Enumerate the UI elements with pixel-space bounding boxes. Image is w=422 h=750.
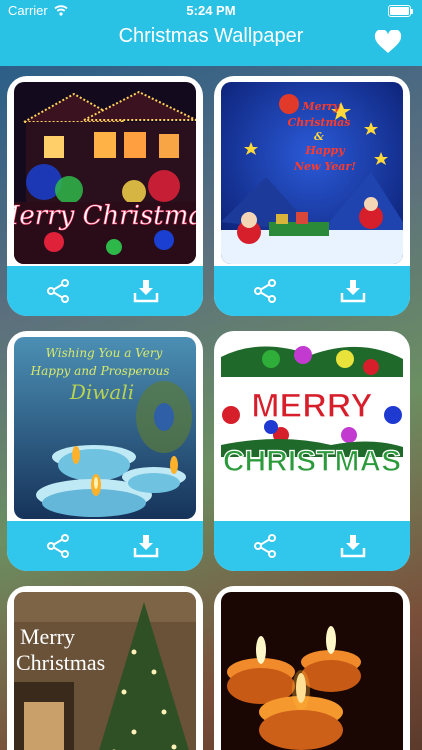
wallpaper-card-4[interactable]: MERRY CHRISTMAS bbox=[214, 331, 410, 571]
wallpaper-image-christmas-tree-fireplace[interactable]: Merry Christmas bbox=[14, 592, 196, 750]
battery-icon bbox=[388, 5, 414, 17]
favorites-button[interactable] bbox=[372, 28, 404, 56]
caption-line: Happy bbox=[304, 144, 346, 157]
download-icon bbox=[133, 280, 159, 303]
action-bar bbox=[7, 521, 203, 571]
app-header: Carrier 5:24 PM Christmas Wallpaper bbox=[0, 0, 422, 66]
wallpaper-card-5[interactable]: Merry Christmas bbox=[7, 586, 203, 750]
download-button[interactable] bbox=[338, 531, 368, 561]
caption-line: & bbox=[314, 130, 324, 143]
download-button[interactable] bbox=[338, 276, 368, 306]
share-icon bbox=[254, 534, 276, 558]
status-bar: Carrier 5:24 PM bbox=[0, 0, 422, 22]
download-icon bbox=[340, 535, 366, 558]
page-title: Christmas Wallpaper bbox=[118, 25, 304, 47]
action-bar bbox=[214, 266, 410, 316]
caption-line: Christmas bbox=[288, 116, 351, 129]
share-icon bbox=[47, 279, 69, 303]
action-bar bbox=[214, 521, 410, 571]
caption-line: MERRY bbox=[251, 387, 373, 425]
wallpaper-card-6[interactable] bbox=[214, 586, 410, 750]
wallpaper-image-merry-christmas-happy-new-year[interactable]: Merry Christmas & Happy New Year! bbox=[221, 82, 403, 264]
heart-icon bbox=[374, 30, 402, 53]
wallpaper-card-1[interactable]: Merry Christmas bbox=[7, 76, 203, 316]
download-icon bbox=[340, 280, 366, 303]
share-icon bbox=[47, 534, 69, 558]
caption-line: Wishing You a Very bbox=[46, 346, 163, 360]
wallpaper-card-3[interactable]: Wishing You a Very Happy and Prosperous … bbox=[7, 331, 203, 571]
wallpaper-image-diwali-diyas[interactable]: Wishing You a Very Happy and Prosperous … bbox=[14, 337, 196, 519]
download-icon bbox=[133, 535, 159, 558]
wallpaper-image-christmas-lights-house[interactable]: Merry Christmas bbox=[14, 82, 196, 264]
caption-line: Happy and Prosperous bbox=[30, 364, 170, 378]
share-button[interactable] bbox=[43, 531, 73, 561]
wallpaper-card-2[interactable]: Merry Christmas & Happy New Year! bbox=[214, 76, 410, 316]
caption-line: CHRISTMAS bbox=[223, 445, 401, 478]
status-time: 5:24 PM bbox=[186, 3, 236, 18]
share-button[interactable] bbox=[43, 276, 73, 306]
caption-line: Merry bbox=[301, 100, 341, 113]
wallpaper-image-candles[interactable] bbox=[221, 592, 403, 750]
download-button[interactable] bbox=[131, 531, 161, 561]
download-button[interactable] bbox=[131, 276, 161, 306]
action-bar bbox=[7, 266, 203, 316]
share-icon bbox=[254, 279, 276, 303]
image-caption: Merry Christmas bbox=[14, 201, 196, 231]
share-button[interactable] bbox=[250, 276, 280, 306]
share-button[interactable] bbox=[250, 531, 280, 561]
wallpaper-image-merry-christmas-ornaments[interactable]: MERRY CHRISTMAS bbox=[221, 337, 403, 519]
caption-line: New Year! bbox=[293, 160, 356, 173]
caption-line: Diwali bbox=[69, 380, 134, 404]
caption-line: Christmas bbox=[16, 650, 105, 675]
caption-line: Merry bbox=[20, 624, 75, 649]
